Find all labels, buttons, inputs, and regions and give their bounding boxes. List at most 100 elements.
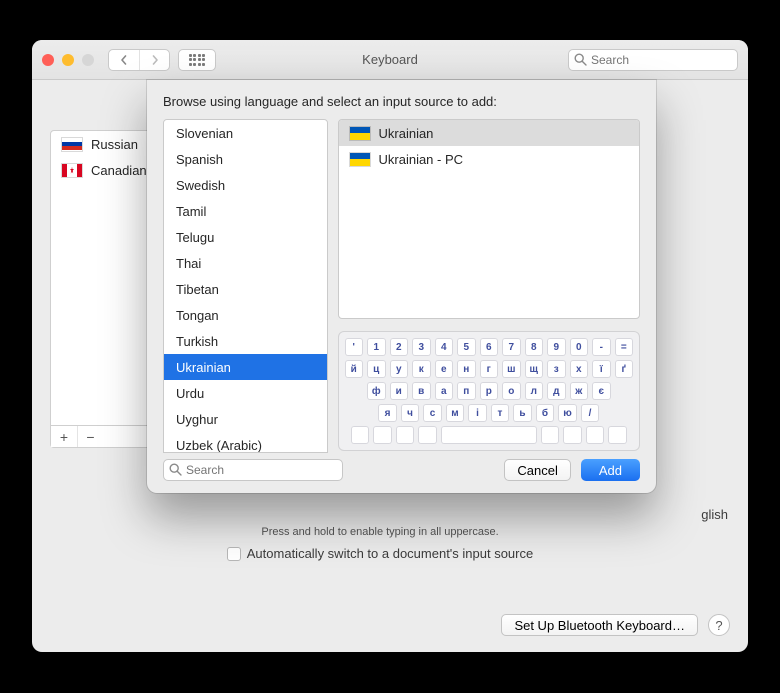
key: н [457, 360, 476, 378]
key: м [446, 404, 465, 422]
language-item[interactable]: Spanish [164, 146, 327, 172]
input-source-item[interactable]: Ukrainian - PC [339, 146, 640, 172]
chevron-left-icon [119, 55, 129, 65]
nav-back-forward [108, 49, 170, 71]
add-input-source-sheet: Browse using language and select an inpu… [147, 80, 656, 493]
titlebar: Keyboard [32, 40, 748, 80]
key: щ [525, 360, 544, 378]
key: 0 [570, 338, 589, 356]
prefs-search[interactable] [568, 49, 738, 71]
key: а [435, 382, 454, 400]
key: 5 [457, 338, 476, 356]
keyboard-preview: '1234567890-=йцукенгшщзхїґфивапролджєячс… [338, 331, 641, 451]
input-source-list[interactable]: Ukrainian Ukrainian - PC [338, 119, 641, 319]
sheet-header: Browse using language and select an inpu… [163, 94, 640, 109]
input-source-label: Ukrainian [379, 126, 434, 141]
language-item[interactable]: Tamil [164, 198, 327, 224]
key: 8 [525, 338, 544, 356]
input-source-label: Ukrainian - PC [379, 152, 464, 167]
language-item[interactable]: Turkish [164, 328, 327, 354]
search-icon [574, 53, 587, 66]
key: у [390, 360, 409, 378]
zoom-window-button [82, 54, 94, 66]
key: о [502, 382, 521, 400]
key: х [570, 360, 589, 378]
key: є [592, 382, 611, 400]
existing-source-label: Russian [91, 137, 138, 152]
forward-button[interactable] [139, 50, 169, 70]
language-item[interactable]: Urdu [164, 380, 327, 406]
key: л [525, 382, 544, 400]
key: ю [558, 404, 577, 422]
key [373, 426, 392, 444]
key: ч [401, 404, 420, 422]
show-all-button[interactable] [178, 49, 216, 71]
key [586, 426, 605, 444]
key: 7 [502, 338, 521, 356]
cancel-button[interactable]: Cancel [504, 459, 570, 481]
language-item[interactable]: Tibetan [164, 276, 327, 302]
key: і [468, 404, 487, 422]
spacebar-key [441, 426, 537, 444]
language-item[interactable]: Uzbek (Arabic) [164, 432, 327, 453]
language-item[interactable]: Tongan [164, 302, 327, 328]
key [563, 426, 582, 444]
auto-switch-checkbox[interactable] [227, 547, 241, 561]
minimize-window-button[interactable] [62, 54, 74, 66]
back-button[interactable] [109, 50, 139, 70]
key: 9 [547, 338, 566, 356]
bottom-bar: Set Up Bluetooth Keyboard… ? [32, 614, 748, 636]
window-controls [42, 54, 100, 66]
flag-icon [349, 152, 371, 167]
key [418, 426, 437, 444]
language-item[interactable]: Telugu [164, 224, 327, 250]
background-hints: glish Press and hold to enable typing in… [32, 507, 728, 561]
add-button[interactable]: Add [581, 459, 640, 481]
flag-icon [61, 163, 83, 178]
auto-switch-label: Automatically switch to a document's inp… [247, 546, 533, 561]
key: п [457, 382, 476, 400]
keyboard-row: фивапролджє [367, 382, 611, 400]
key: з [547, 360, 566, 378]
key: = [615, 338, 634, 356]
bluetooth-keyboard-button[interactable]: Set Up Bluetooth Keyboard… [501, 614, 698, 636]
language-list[interactable]: SlovenianSpanishSwedishTamilTeluguThaiTi… [163, 119, 328, 453]
input-source-item[interactable]: Ukrainian [339, 120, 640, 146]
key: с [423, 404, 442, 422]
key: е [435, 360, 454, 378]
key [396, 426, 415, 444]
key: ц [367, 360, 386, 378]
language-item[interactable]: Swedish [164, 172, 327, 198]
search-icon [169, 463, 182, 476]
key: й [345, 360, 364, 378]
key: ґ [615, 360, 634, 378]
prefs-search-input[interactable] [568, 49, 738, 71]
key: б [536, 404, 555, 422]
flag-icon [349, 126, 371, 141]
flag-icon [61, 137, 83, 152]
caps-hint: Press and hold to enable typing in all u… [32, 526, 728, 538]
key: ь [513, 404, 532, 422]
key: ш [502, 360, 521, 378]
close-window-button[interactable] [42, 54, 54, 66]
language-item[interactable]: Uyghur [164, 406, 327, 432]
language-item[interactable]: Ukrainian [164, 354, 327, 380]
keyboard-row [351, 426, 627, 444]
language-item[interactable]: Thai [164, 250, 327, 276]
partial-english-label: glish [32, 507, 728, 522]
key: в [412, 382, 431, 400]
key: г [480, 360, 499, 378]
language-search-input[interactable] [163, 459, 343, 481]
key: я [378, 404, 397, 422]
key: 4 [435, 338, 454, 356]
key: 1 [367, 338, 386, 356]
remove-source-button[interactable]: − [77, 426, 103, 447]
key: 3 [412, 338, 431, 356]
help-button[interactable]: ? [708, 614, 730, 636]
language-search[interactable] [163, 459, 343, 481]
key [351, 426, 370, 444]
add-source-button[interactable]: + [51, 426, 77, 447]
key: к [412, 360, 431, 378]
key: - [592, 338, 611, 356]
language-item[interactable]: Slovenian [164, 120, 327, 146]
